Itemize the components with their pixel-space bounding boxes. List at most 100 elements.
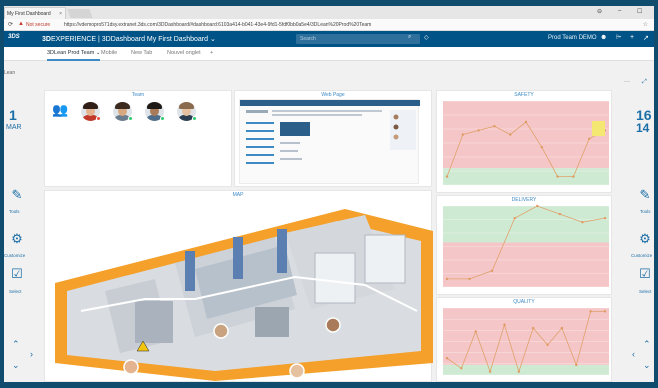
data-point[interactable] (536, 204, 539, 208)
screenshot-frame: My First Dashboard × ⊖ – ☐ ⟳ ▲ Not secur… (0, 0, 658, 388)
app-label: Lean (4, 70, 16, 76)
data-point[interactable] (513, 216, 516, 220)
red-band (443, 101, 609, 169)
data-point[interactable] (546, 343, 549, 347)
app-title[interactable]: 3DEXPERIENCE | 3DDashboard My First Dash… (42, 35, 216, 43)
data-point[interactable] (560, 326, 564, 330)
new-browser-tab-button[interactable] (67, 9, 93, 18)
data-point[interactable] (556, 175, 559, 178)
data-point[interactable] (531, 326, 535, 330)
data-point[interactable] (509, 133, 512, 136)
tools-label[interactable]: Tools (640, 209, 651, 214)
tab-3dlean-prod-team[interactable]: 3DLean Prod Team ⌄ (47, 50, 101, 61)
factory-floor-map[interactable] (45, 191, 433, 382)
data-point[interactable] (589, 310, 592, 313)
address-bar: ⟳ ▲ Not secure https://vdemopro571dsy.ex… (4, 19, 654, 31)
date-month: MAR (6, 124, 22, 131)
data-point[interactable] (445, 175, 449, 178)
chevron-left-icon[interactable]: ‹ (632, 349, 635, 359)
data-point[interactable] (493, 125, 496, 128)
avatar[interactable] (213, 323, 229, 339)
data-point[interactable] (581, 221, 584, 224)
open-icon[interactable]: ↗ (643, 34, 649, 42)
reload-icon[interactable]: ⟳ (8, 21, 13, 28)
profile-icon[interactable]: ⊖ (597, 8, 602, 15)
url-field[interactable]: https://vdemopro571dsy.extranet.3ds.com/… (64, 22, 371, 28)
chevron-up-icon[interactable]: ⌃ (643, 339, 651, 350)
customize-label[interactable]: Customize (4, 253, 25, 258)
search-input[interactable]: Search (296, 34, 420, 44)
data-point[interactable] (490, 269, 494, 272)
data-point[interactable] (474, 330, 477, 333)
compass-logo-icon[interactable]: 3DS (8, 34, 20, 44)
data-point[interactable] (603, 310, 607, 313)
maximize-icon[interactable]: ☐ (637, 8, 642, 15)
expand-icon[interactable]: ⤢ (642, 79, 647, 86)
tab-new-tab[interactable]: New Tab (131, 50, 152, 56)
avatar[interactable] (123, 359, 139, 375)
customize-icon[interactable]: ⚙ (638, 232, 652, 246)
add-icon[interactable]: + (630, 34, 634, 41)
embedded-web-page[interactable] (239, 99, 420, 184)
data-point[interactable] (488, 370, 492, 373)
date-day: 1 (9, 107, 17, 123)
data-point[interactable] (445, 357, 449, 360)
tag-icon[interactable]: ◇ (424, 34, 429, 41)
data-point[interactable] (477, 129, 480, 132)
share-icon[interactable]: ⌲ (616, 34, 621, 42)
app-header: 3DS 3DEXPERIENCE | 3DDashboard My First … (4, 31, 654, 47)
chevron-down-icon[interactable]: ⌄ (643, 360, 651, 371)
warning-icon[interactable]: ▲ (18, 21, 24, 27)
browser-tab[interactable]: My First Dashboard × (4, 7, 66, 19)
green-band (443, 206, 609, 243)
delivery-panel: DELIVERY (436, 195, 612, 295)
select-label[interactable]: Select (9, 289, 22, 294)
tab-nouvel-onglet[interactable]: Nouvel onglet (167, 50, 201, 56)
presence-status-icon (192, 116, 197, 121)
star-icon[interactable]: ☆ (643, 21, 648, 28)
more-icon[interactable]: ··· (624, 79, 630, 85)
data-point[interactable] (540, 146, 543, 149)
data-point[interactable] (503, 323, 506, 326)
data-point[interactable] (588, 137, 591, 140)
tools-icon[interactable]: ✎ (638, 188, 652, 202)
data-point[interactable] (517, 370, 521, 373)
avatar[interactable] (325, 317, 341, 333)
browser-window: My First Dashboard × ⊖ – ☐ ⟳ ▲ Not secur… (4, 6, 654, 382)
chevron-down-icon[interactable]: ⌄ (12, 360, 20, 371)
tools-icon[interactable]: ✎ (10, 188, 24, 202)
data-point[interactable] (603, 216, 607, 220)
user-label[interactable]: Prod Team DEMO (548, 35, 597, 41)
data-point[interactable] (558, 212, 562, 216)
add-tab-button[interactable]: + (210, 50, 213, 56)
data-point[interactable] (461, 133, 464, 136)
quality-chart[interactable] (437, 306, 613, 382)
safety-chart[interactable] (437, 99, 613, 193)
data-point[interactable] (460, 367, 463, 370)
not-secure-label[interactable]: Not secure (26, 22, 50, 28)
customize-label[interactable]: Customize (631, 253, 652, 258)
data-point[interactable] (524, 120, 528, 124)
search-icon[interactable]: ⌕ (408, 34, 411, 41)
tab-mobile[interactable]: Mobile (101, 50, 117, 56)
data-point[interactable] (575, 363, 578, 367)
tools-label[interactable]: Tools (9, 209, 20, 214)
chevron-right-icon[interactable]: › (30, 349, 33, 359)
select-icon[interactable]: ☑ (10, 267, 24, 281)
avatar[interactable] (289, 363, 305, 379)
customize-icon[interactable]: ⚙ (10, 232, 24, 246)
red-band (443, 242, 609, 287)
select-icon[interactable]: ☑ (638, 267, 652, 281)
browser-tab-title: My First Dashboard (7, 11, 51, 17)
chevron-up-icon[interactable]: ⌃ (12, 339, 20, 350)
minimize-icon[interactable]: – (618, 8, 621, 14)
data-point[interactable] (468, 277, 471, 281)
sticky-note[interactable] (592, 121, 605, 136)
data-point[interactable] (572, 175, 575, 178)
data-point[interactable] (445, 277, 449, 281)
select-label[interactable]: Select (639, 289, 652, 294)
panel-title: Team (131, 92, 145, 98)
delivery-chart[interactable] (437, 204, 613, 295)
avatar-icon[interactable]: ☻ (600, 34, 607, 41)
close-icon[interactable]: × (59, 11, 62, 17)
